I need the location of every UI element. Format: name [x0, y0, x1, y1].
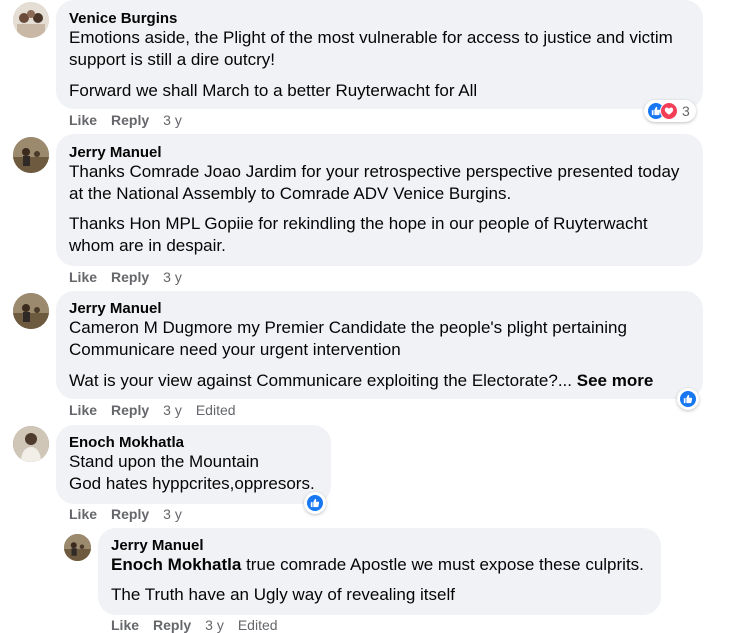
like-button[interactable]: Like: [69, 269, 97, 285]
reply-button[interactable]: Reply: [111, 402, 149, 418]
like-icon: [679, 390, 697, 408]
comment-text-line: God hates hyppcrites,oppresors.: [69, 474, 315, 493]
see-more-link[interactable]: See more: [577, 371, 654, 390]
like-button[interactable]: Like: [69, 112, 97, 128]
comment-text-line: Forward we shall March to a better Ruyte…: [69, 81, 478, 100]
comment-text-line: Communicare need your urgent interventio…: [69, 340, 401, 359]
comment-actions: Like Reply 3 y: [69, 112, 196, 128]
timestamp[interactable]: 3 y: [163, 506, 182, 522]
comment-text-line: Stand upon the Mountain: [69, 452, 259, 471]
comment-text: true comrade Apostle we must expose thes…: [241, 555, 644, 574]
reply-button[interactable]: Reply: [111, 112, 149, 128]
avatar[interactable]: [13, 137, 49, 173]
comment-text-line: The Truth have an Ugly way of revealing …: [111, 585, 455, 604]
comment-actions: Like Reply 3 y: [69, 269, 196, 285]
like-button[interactable]: Like: [69, 402, 97, 418]
avatar[interactable]: [64, 534, 91, 561]
comment-actions: Like Reply 3 y Edited: [69, 402, 250, 418]
comment-text-line: Thanks Hon MPL Gopiie for rekindling the…: [69, 214, 648, 233]
comment-author[interactable]: Jerry Manuel: [69, 144, 162, 161]
comment-text-line: Emotions aside, the Plight of the most v…: [69, 28, 673, 47]
comment-text-truncated: Wat is your view against Communicare exp…: [69, 371, 572, 390]
comment-text-line-with-see-more: Wat is your view against Communicare exp…: [69, 370, 653, 392]
timestamp[interactable]: 3 y: [163, 402, 182, 418]
timestamp[interactable]: 3 y: [163, 269, 182, 285]
reaction-count: 3: [682, 103, 690, 119]
comment-actions: Like Reply 3 y: [69, 506, 196, 522]
reply-button[interactable]: Reply: [111, 506, 149, 522]
timestamp[interactable]: 3 y: [163, 112, 182, 128]
comment-actions: Like Reply 3 y Edited: [111, 617, 292, 633]
comment-text-line: Thanks Comrade Joao Jardim for your retr…: [69, 162, 680, 181]
timestamp[interactable]: 3 y: [205, 617, 224, 633]
comment-text-line: at the National Assembly to Comrade ADV …: [69, 184, 512, 203]
comment-text-line-with-mention: Enoch Mokhatla true comrade Apostle we m…: [111, 554, 644, 576]
edited-label[interactable]: Edited: [238, 617, 278, 633]
comment-text-line: support is still a dire outcry!: [69, 50, 275, 69]
comment-text-line: Cameron M Dugmore my Premier Candidate t…: [69, 318, 627, 337]
mention-link[interactable]: Enoch Mokhatla: [111, 555, 241, 574]
comment-author[interactable]: Enoch Mokhatla: [69, 434, 184, 451]
reaction-summary[interactable]: [677, 388, 699, 410]
avatar[interactable]: [13, 426, 49, 462]
edited-label[interactable]: Edited: [196, 402, 236, 418]
comment-author[interactable]: Jerry Manuel: [69, 300, 162, 317]
reply-button[interactable]: Reply: [153, 617, 191, 633]
like-button[interactable]: Like: [111, 617, 139, 633]
like-icon: [306, 494, 324, 512]
avatar[interactable]: [13, 2, 49, 38]
comment-author[interactable]: Venice Burgins: [69, 10, 177, 27]
reaction-summary[interactable]: 3: [644, 100, 696, 122]
reply-button[interactable]: Reply: [111, 269, 149, 285]
love-icon: [660, 102, 678, 120]
comment-text-line: whom are in despair.: [69, 236, 226, 255]
avatar[interactable]: [13, 293, 49, 329]
comment-author[interactable]: Jerry Manuel: [111, 537, 204, 554]
reaction-summary[interactable]: [304, 492, 326, 514]
like-button[interactable]: Like: [69, 506, 97, 522]
